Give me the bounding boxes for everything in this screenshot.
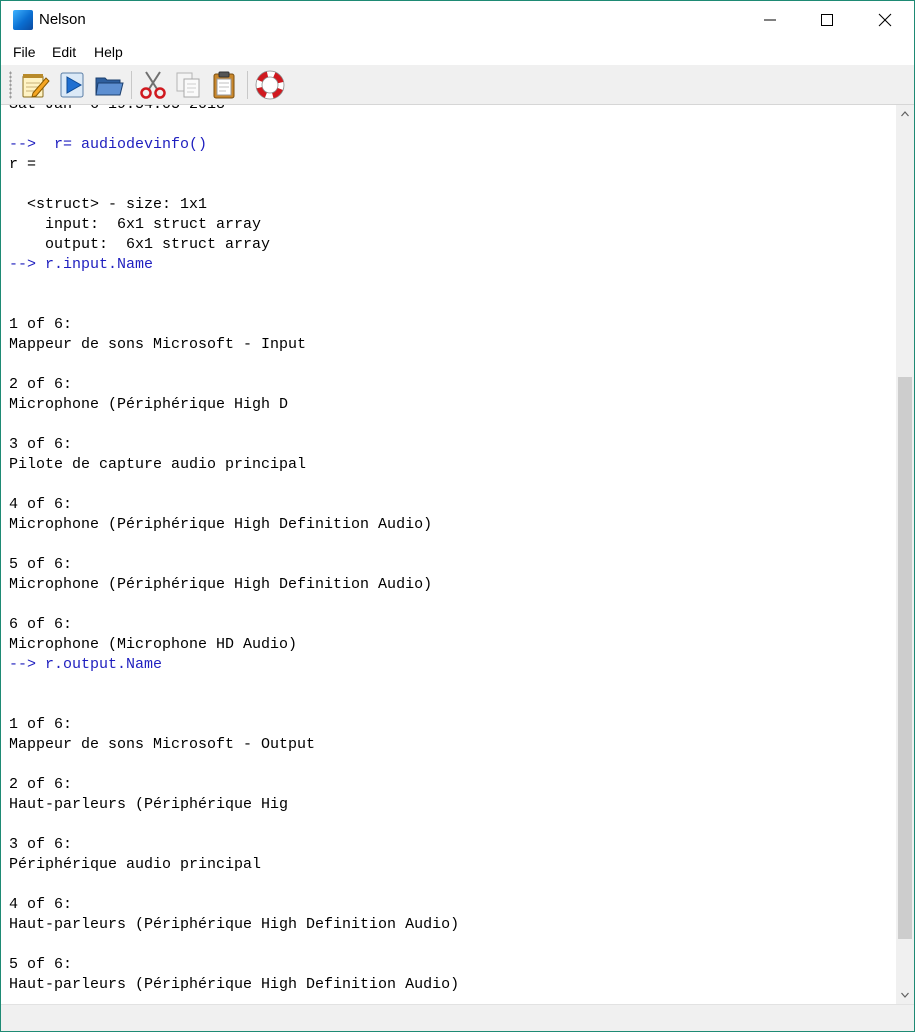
chevron-up-icon: [901, 111, 909, 117]
nelson-app-icon: [13, 10, 33, 30]
console-output-line: [9, 115, 459, 135]
toolbar: [1, 65, 914, 105]
console-output-line: [9, 595, 459, 615]
console-output-line: [9, 295, 459, 315]
chevron-down-icon: [901, 992, 909, 998]
console-output-line: [9, 355, 459, 375]
console-output-line: Mappeur de sons Microsoft - Output: [9, 736, 316, 753]
console-output-line: Haut-parleurs (Périphérique High Definit…: [9, 916, 460, 933]
vertical-scrollbar[interactable]: [896, 105, 914, 1004]
console-output-line: [9, 275, 459, 295]
console-command-line: --> r.output.Name: [9, 656, 163, 673]
console-output-line: Microphone (Microphone HD Audio): [9, 636, 298, 653]
console-output-line: [9, 535, 459, 555]
close-icon: [878, 13, 892, 27]
console-output-line: Périphérique audio principal: [9, 856, 262, 873]
scroll-up-button[interactable]: [896, 105, 914, 123]
open-folder-button[interactable]: [93, 69, 125, 101]
copy-icon: [176, 72, 200, 98]
console-output-line: 2 of 6:: [9, 776, 73, 793]
console-command-line: --> r.input.Name: [9, 256, 154, 273]
maximize-icon: [821, 14, 833, 26]
cut-icon: [140, 71, 166, 99]
run-button[interactable]: [57, 69, 89, 101]
console-output-line: r =: [9, 156, 37, 173]
minimize-icon: [764, 19, 776, 21]
scrollbar-thumb[interactable]: [898, 377, 912, 939]
open-folder-icon: [95, 77, 124, 96]
console-output-line: <struct> - size: 1x1: [9, 196, 208, 213]
help-button[interactable]: [254, 69, 286, 101]
paste-icon: [213, 71, 235, 99]
close-button[interactable]: [856, 1, 914, 39]
console-output-line: 5 of 6:: [9, 556, 73, 573]
help-icon: [255, 70, 285, 100]
cut-button[interactable]: [137, 69, 169, 101]
run-icon: [60, 72, 84, 98]
console-lines: Sat Jan 6 19:54:05 2018 --> r= audiodevin…: [9, 105, 459, 995]
console-output-line: [9, 675, 459, 695]
minimize-button[interactable]: [741, 1, 799, 39]
toolbar-grip[interactable]: [9, 71, 12, 99]
console-output-line: Haut-parleurs (Périphérique High Definit…: [9, 976, 460, 993]
console-output-line: Mappeur de sons Microsoft - Input: [9, 336, 307, 353]
window-title: Nelson: [39, 11, 86, 28]
editor-icon: [22, 74, 50, 98]
console-output-line: Microphone (Périphérique High D: [9, 396, 289, 413]
menu-help[interactable]: Help: [94, 44, 123, 60]
console-output-line: Pilote de capture audio principal: [9, 456, 307, 473]
console-output[interactable]: Sat Jan 6 19:54:05 2018 --> r= audiodevin…: [1, 105, 896, 1004]
console-output-line: 2 of 6:: [9, 376, 73, 393]
console-output-line: [9, 875, 459, 895]
scroll-down-button[interactable]: [896, 986, 914, 1004]
console-output-line: [9, 755, 459, 775]
copy-button[interactable]: [173, 69, 205, 101]
console-output-line: 3 of 6:: [9, 836, 73, 853]
toolbar-separator: [247, 71, 248, 99]
console-output-line: [9, 175, 459, 195]
toolbar-separator: [131, 71, 132, 99]
console-output-line: [9, 415, 459, 435]
console-output-line: Microphone (Périphérique High Definition…: [9, 516, 433, 533]
maximize-button[interactable]: [798, 1, 856, 39]
console-output-line: input: 6x1 struct array: [9, 216, 262, 233]
console-output-line: 6 of 6:: [9, 616, 73, 633]
menu-edit[interactable]: Edit: [52, 44, 76, 60]
console-output-line: Haut-parleurs (Périphérique Hig: [9, 796, 289, 813]
title-bar: Nelson: [1, 1, 914, 39]
status-bar: [1, 1004, 914, 1031]
console-output-line: 3 of 6:: [9, 436, 73, 453]
menu-file[interactable]: File: [13, 44, 36, 60]
console-output-line: 4 of 6:: [9, 896, 73, 913]
console-output-line: 1 of 6:: [9, 316, 73, 333]
menu-bar: File Edit Help: [1, 39, 914, 65]
editor-button[interactable]: [19, 69, 51, 101]
console-output-line: output: 6x1 struct array: [9, 236, 271, 253]
console-output-line: 1 of 6:: [9, 716, 73, 733]
console-output-line: [9, 475, 459, 495]
paste-button[interactable]: [209, 69, 241, 101]
console-output-line: [9, 815, 459, 835]
console-output-line: [9, 695, 459, 715]
console-output-line: 4 of 6:: [9, 496, 73, 513]
console-output-line: Microphone (Périphérique High Definition…: [9, 576, 433, 593]
nelson-window: Nelson File Edit Help --> r= audiodevinf…: [0, 0, 915, 1032]
console-output-line: [9, 935, 459, 955]
console-command-line: --> r= audiodevinfo(): [9, 136, 208, 153]
console-output-line: 5 of 6:: [9, 956, 73, 973]
console-output-line: Sat Jan 6 19:54:05 2018: [9, 105, 459, 115]
